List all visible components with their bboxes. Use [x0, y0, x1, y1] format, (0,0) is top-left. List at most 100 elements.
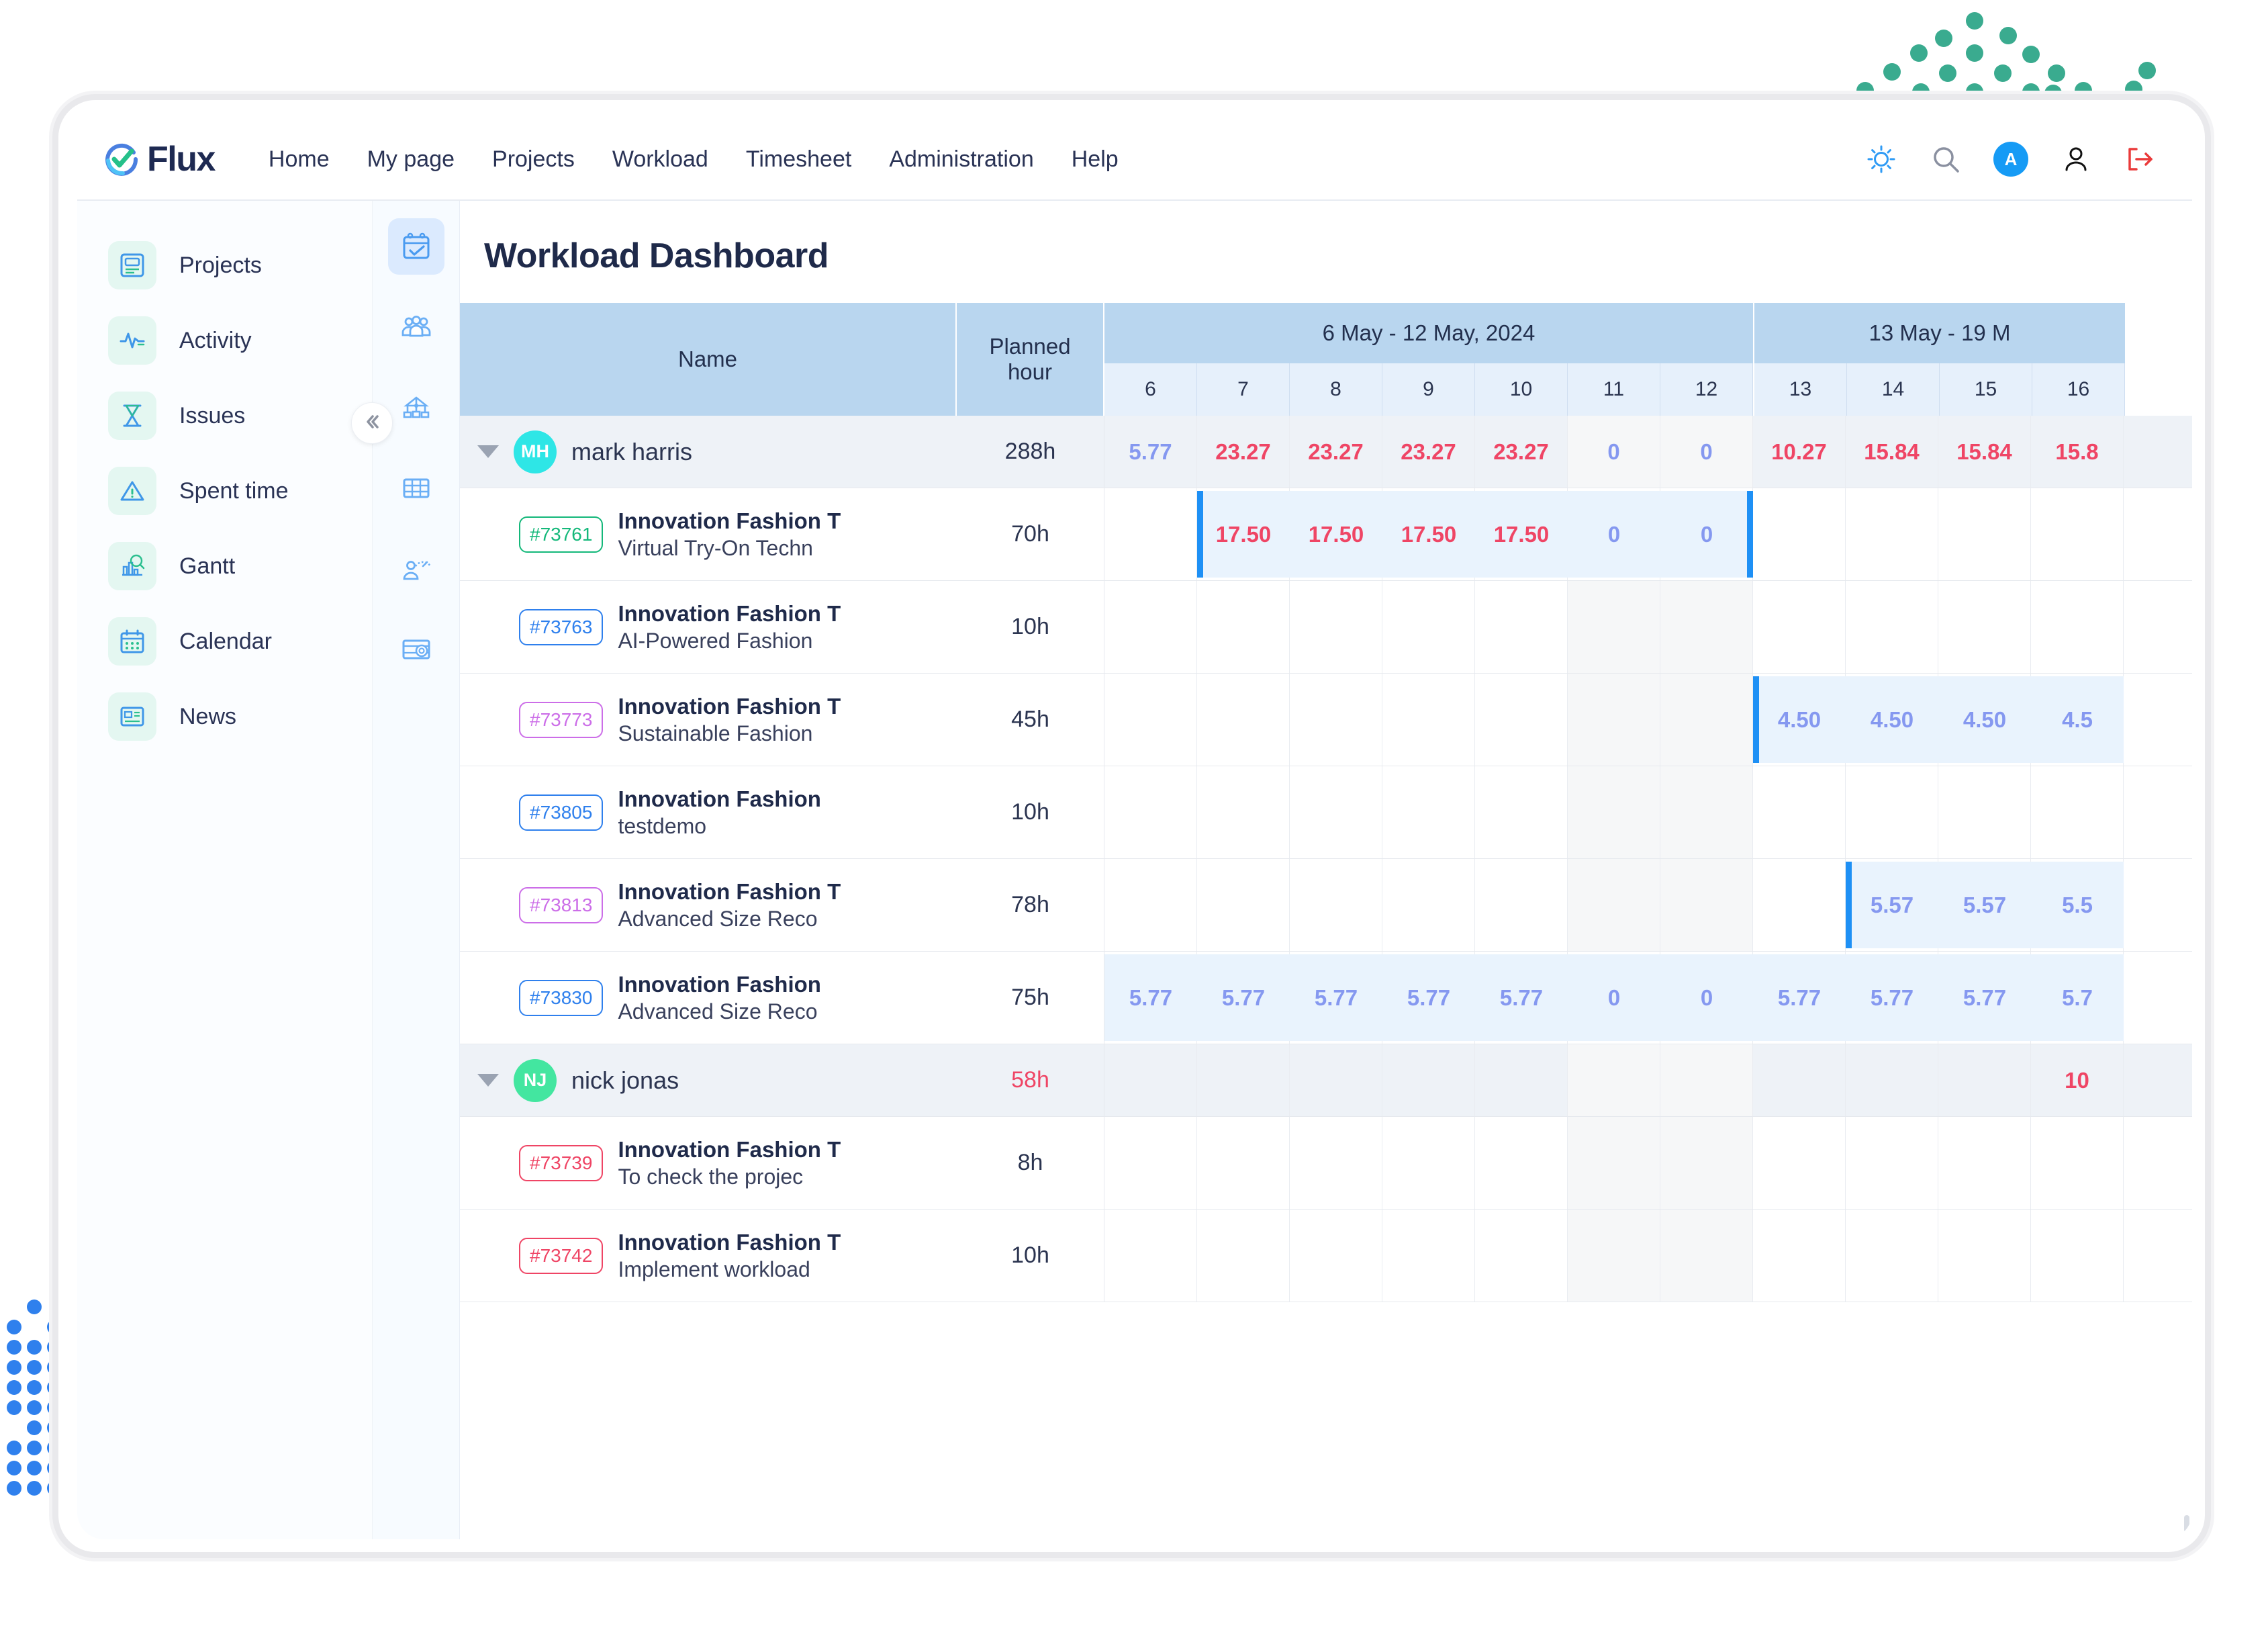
rail-icon-org-network[interactable] [388, 379, 444, 436]
day-header-cell: 12 [1660, 363, 1753, 416]
issue-row[interactable]: #73761 Innovation Fashion TVirtual Try-On… [460, 488, 2192, 581]
issue-row[interactable]: #73763 Innovation Fashion TAI-Powered Fas… [460, 581, 2192, 674]
sidebar-item-issues[interactable]: Issues [77, 378, 372, 453]
decorative-dot [2022, 46, 2040, 63]
chevron-double-left-icon [361, 410, 383, 437]
issue-id-badge[interactable]: #73805 [519, 794, 603, 831]
day-value-cell [1938, 488, 2031, 580]
issue-text: Innovation Fashion TImplement workload [618, 1228, 841, 1283]
day-cells [1104, 1210, 2192, 1302]
cell-name: MHmark harris [460, 416, 957, 488]
decorative-dot [1994, 64, 2012, 82]
day-value-cell [1846, 1044, 1938, 1116]
search-icon[interactable] [1929, 142, 1963, 176]
cell-planned-hour: 8h [957, 1117, 1104, 1209]
issue-subject: AI-Powered Fashion [618, 627, 841, 654]
issue-subject: Implement workload [618, 1256, 841, 1283]
nav-item-projects[interactable]: Projects [473, 140, 594, 179]
logout-icon[interactable] [2124, 142, 2157, 176]
day-value-cell [1475, 1044, 1568, 1116]
sidebar-item-projects[interactable]: Projects [77, 228, 372, 303]
decorative-dot [27, 1360, 42, 1375]
issue-id-badge[interactable]: #73830 [519, 980, 603, 1016]
day-value-cell: 15.8 [2031, 416, 2124, 488]
day-value-cell [1568, 1117, 1660, 1209]
account-person-icon[interactable] [2059, 142, 2093, 176]
cell-planned-hour: 70h [957, 488, 1104, 580]
issue-row[interactable]: #73813Innovation Fashion TAdvanced Size … [460, 859, 2192, 952]
day-value-cell [1104, 1044, 1197, 1116]
sidebar-collapse-button[interactable] [351, 402, 393, 444]
rail-icon-resource-board[interactable] [388, 621, 444, 678]
day-header-cell: 16 [2032, 363, 2125, 416]
issue-id-badge[interactable]: #73742 [519, 1238, 603, 1274]
rail-icon-team-group[interactable] [388, 299, 444, 355]
day-value-cell [1104, 581, 1197, 673]
issue-row[interactable]: #73739Innovation Fashion TTo check the p… [460, 1117, 2192, 1210]
day-value-cell [1382, 766, 1475, 858]
nav-item-workload[interactable]: Workload [594, 140, 727, 179]
day-value-cell: 0 [1660, 522, 1753, 547]
sidebar-item-news[interactable]: News [77, 679, 372, 754]
issue-id-badge[interactable]: #73739 [519, 1145, 603, 1181]
cell-name: #73742 Innovation Fashion TImplement work… [460, 1210, 957, 1302]
day-value-cell: 17.50 [1290, 522, 1382, 547]
sidebar-item-gantt[interactable]: Gantt [77, 529, 372, 604]
day-value-cell [1753, 581, 1846, 673]
rail-icon-user-gauge[interactable] [388, 541, 444, 597]
user-row[interactable]: MHmark harris288h5.7723.2723.2723.2723.2… [460, 416, 2192, 488]
issue-row[interactable]: #73742 Innovation Fashion TImplement work… [460, 1210, 2192, 1302]
expand-collapse-caret-icon[interactable] [477, 1074, 499, 1087]
day-value-cell: 23.27 [1290, 416, 1382, 488]
nav-item-administration[interactable]: Administration [870, 140, 1052, 179]
issue-row[interactable]: #73805Innovation Fashiontestdemo10h [460, 766, 2192, 859]
sidebar-item-activity[interactable]: Activity [77, 303, 372, 378]
rail-icon-table-grid[interactable] [388, 460, 444, 516]
user-row[interactable]: NJnick jonas58h10 [460, 1044, 2192, 1117]
decorative-dot [27, 1400, 42, 1415]
app-logo[interactable]: Flux [103, 139, 215, 179]
day-cells [1104, 581, 2192, 673]
decorative-dot [27, 1441, 42, 1455]
user-avatar[interactable]: A [1993, 142, 2028, 177]
day-value-cell [1846, 1117, 1938, 1209]
sidebar-item-calendar[interactable]: Calendar [77, 604, 372, 679]
rail-icon-calendar-check[interactable] [388, 218, 444, 275]
day-value-cell [1660, 581, 1753, 673]
avatar: MH [514, 430, 557, 473]
sidebar-item-spent-time[interactable]: Spent time [77, 453, 372, 529]
week-label: 13 May - 19 M [1754, 303, 2125, 363]
issue-row[interactable]: #73773Innovation Fashion TSustainable Fa… [460, 674, 2192, 766]
day-value-cell [1753, 1044, 1846, 1116]
issue-id-badge[interactable]: #73773 [519, 702, 603, 738]
day-value-cell [1197, 859, 1290, 951]
day-value-cell [1938, 581, 2031, 673]
vertical-scrollbar[interactable] [2184, 1515, 2189, 1533]
issue-id-badge[interactable]: #73761 [519, 516, 603, 553]
issue-project: Innovation Fashion T [618, 1136, 841, 1163]
issue-row[interactable]: #73830Innovation FashionAdvanced Size Re… [460, 952, 2192, 1044]
issue-id-badge[interactable]: #73813 [519, 887, 603, 923]
expand-collapse-caret-icon[interactable] [477, 445, 499, 458]
issue-text: Innovation Fashion TVirtual Try-On Techn [618, 507, 841, 561]
issue-project: Innovation Fashion T [618, 600, 841, 627]
nav-item-home[interactable]: Home [250, 140, 348, 179]
day-value-cell [1475, 581, 1568, 673]
allocation-bar-values: 4.504.504.504.5 [1753, 674, 2124, 766]
issue-project: Innovation Fashion T [618, 507, 841, 535]
issue-subject: Virtual Try-On Techn [618, 535, 841, 561]
nav-item-my-page[interactable]: My page [348, 140, 473, 179]
nav-item-help[interactable]: Help [1053, 140, 1137, 179]
week-label: 6 May - 12 May, 2024 [1104, 303, 1753, 363]
issue-subject: Sustainable Fashion [618, 720, 841, 747]
avatar: NJ [514, 1059, 557, 1102]
nav-item-timesheet[interactable]: Timesheet [727, 140, 870, 179]
cell-name: #73830Innovation FashionAdvanced Size Re… [460, 952, 957, 1044]
issue-id-badge[interactable]: #73763 [519, 609, 603, 645]
day-value-cell [1568, 1210, 1660, 1302]
projects-icon [108, 241, 156, 289]
column-header-name: Name [460, 303, 957, 416]
day-value-cell: 5.77 [1938, 985, 2031, 1011]
day-header-cell: 10 [1475, 363, 1568, 416]
theme-sun-icon[interactable] [1864, 142, 1898, 176]
